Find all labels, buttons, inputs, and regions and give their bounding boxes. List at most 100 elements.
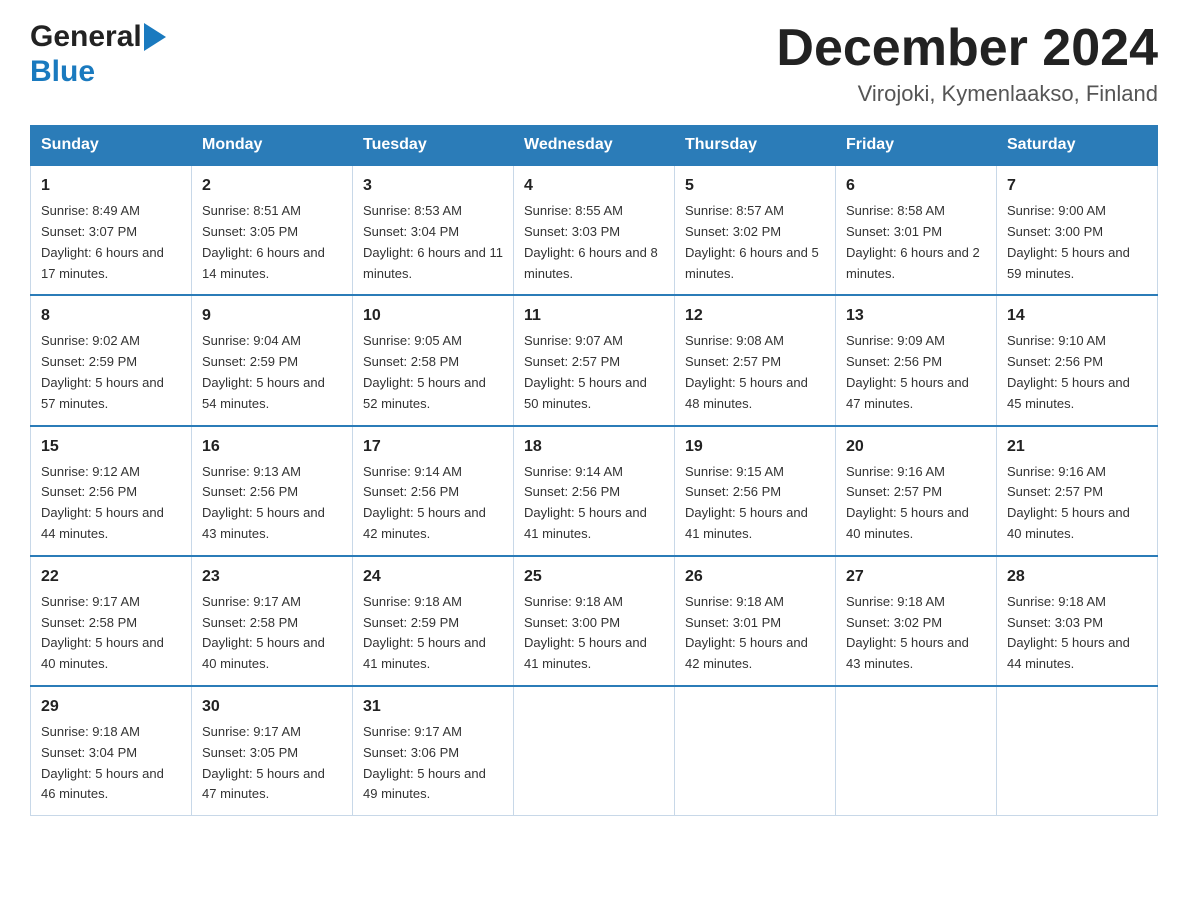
calendar-cell: 18 Sunrise: 9:14 AMSunset: 2:56 PMDayligh… bbox=[514, 426, 675, 556]
calendar-cell: 25Sunrise: 9:18 AMSunset: 3:00 PMDayligh… bbox=[514, 556, 675, 686]
calendar-cell: 26Sunrise: 9:18 AMSunset: 3:01 PMDayligh… bbox=[675, 556, 836, 686]
day-number: 21 bbox=[1007, 435, 1147, 459]
day-number: 14 bbox=[1007, 304, 1147, 328]
calendar-week-row: 22 Sunrise: 9:17 AMSunset: 2:58 PMDayligh… bbox=[31, 556, 1158, 686]
day-number: 7 bbox=[1007, 174, 1147, 198]
calendar-cell: 28 Sunrise: 9:18 AMSunset: 3:03 PMDayligh… bbox=[997, 556, 1158, 686]
day-info: Sunrise: 8:57 AMSunset: 3:02 PMDaylight:… bbox=[685, 201, 825, 284]
column-header-thursday: Thursday bbox=[675, 126, 836, 166]
day-info: Sunrise: 9:18 AMSunset: 3:03 PMDaylight:… bbox=[1007, 592, 1147, 675]
day-number: 17 bbox=[363, 435, 503, 459]
column-header-monday: Monday bbox=[192, 126, 353, 166]
day-number: 24 bbox=[363, 565, 503, 589]
page-title: December 2024 bbox=[776, 20, 1158, 77]
day-number: 4 bbox=[524, 174, 664, 198]
day-number: 3 bbox=[363, 174, 503, 198]
day-info: Sunrise: 8:53 AMSunset: 3:04 PMDaylight:… bbox=[363, 201, 503, 284]
day-info: Sunrise: 9:17 AMSunset: 2:58 PMDaylight:… bbox=[41, 592, 181, 675]
day-number: 10 bbox=[363, 304, 503, 328]
day-info: Sunrise: 9:14 AMSunset: 2:56 PMDaylight:… bbox=[524, 462, 664, 545]
day-number: 9 bbox=[202, 304, 342, 328]
day-number: 29 bbox=[41, 695, 181, 719]
day-info: Sunrise: 9:17 AMSunset: 3:06 PMDaylight:… bbox=[363, 722, 503, 805]
calendar-cell: 13 Sunrise: 9:09 AMSunset: 2:56 PMDayligh… bbox=[836, 295, 997, 425]
column-header-friday: Friday bbox=[836, 126, 997, 166]
day-number: 31 bbox=[363, 695, 503, 719]
calendar-cell bbox=[514, 686, 675, 816]
calendar-cell bbox=[836, 686, 997, 816]
logo: General Blue bbox=[30, 20, 166, 89]
day-number: 13 bbox=[846, 304, 986, 328]
calendar-cell: 24Sunrise: 9:18 AMSunset: 2:59 PMDayligh… bbox=[353, 556, 514, 686]
column-header-wednesday: Wednesday bbox=[514, 126, 675, 166]
page-header: General Blue December 2024 Virojoki, Kym… bbox=[30, 20, 1158, 107]
day-number: 15 bbox=[41, 435, 181, 459]
day-number: 26 bbox=[685, 565, 825, 589]
day-number: 28 bbox=[1007, 565, 1147, 589]
calendar-cell bbox=[675, 686, 836, 816]
column-header-tuesday: Tuesday bbox=[353, 126, 514, 166]
day-number: 11 bbox=[524, 304, 664, 328]
calendar-cell: 6 Sunrise: 8:58 AMSunset: 3:01 PMDaylight… bbox=[836, 165, 997, 295]
day-info: Sunrise: 9:13 AMSunset: 2:56 PMDaylight:… bbox=[202, 462, 342, 545]
day-number: 2 bbox=[202, 174, 342, 198]
day-info: Sunrise: 9:12 AMSunset: 2:56 PMDaylight:… bbox=[41, 462, 181, 545]
day-number: 16 bbox=[202, 435, 342, 459]
day-number: 23 bbox=[202, 565, 342, 589]
day-number: 30 bbox=[202, 695, 342, 719]
day-info: Sunrise: 9:14 AMSunset: 2:56 PMDaylight:… bbox=[363, 462, 503, 545]
logo-arrow-icon bbox=[144, 23, 166, 51]
day-info: Sunrise: 9:10 AMSunset: 2:56 PMDaylight:… bbox=[1007, 331, 1147, 414]
calendar-cell: 29 Sunrise: 9:18 AMSunset: 3:04 PMDayligh… bbox=[31, 686, 192, 816]
day-number: 1 bbox=[41, 174, 181, 198]
day-number: 18 bbox=[524, 435, 664, 459]
day-info: Sunrise: 8:55 AMSunset: 3:03 PMDaylight:… bbox=[524, 201, 664, 284]
calendar-week-row: 29 Sunrise: 9:18 AMSunset: 3:04 PMDayligh… bbox=[31, 686, 1158, 816]
day-info: Sunrise: 8:58 AMSunset: 3:01 PMDaylight:… bbox=[846, 201, 986, 284]
calendar-cell: 17 Sunrise: 9:14 AMSunset: 2:56 PMDayligh… bbox=[353, 426, 514, 556]
day-number: 8 bbox=[41, 304, 181, 328]
calendar-cell: 4 Sunrise: 8:55 AMSunset: 3:03 PMDaylight… bbox=[514, 165, 675, 295]
day-info: Sunrise: 9:09 AMSunset: 2:56 PMDaylight:… bbox=[846, 331, 986, 414]
day-number: 19 bbox=[685, 435, 825, 459]
calendar-cell: 15 Sunrise: 9:12 AMSunset: 2:56 PMDayligh… bbox=[31, 426, 192, 556]
calendar-cell: 8 Sunrise: 9:02 AMSunset: 2:59 PMDaylight… bbox=[31, 295, 192, 425]
day-info: Sunrise: 9:05 AMSunset: 2:58 PMDaylight:… bbox=[363, 331, 503, 414]
column-header-saturday: Saturday bbox=[997, 126, 1158, 166]
day-info: Sunrise: 9:17 AMSunset: 2:58 PMDaylight:… bbox=[202, 592, 342, 675]
calendar-cell: 5 Sunrise: 8:57 AMSunset: 3:02 PMDaylight… bbox=[675, 165, 836, 295]
calendar-cell: 1Sunrise: 8:49 AMSunset: 3:07 PMDaylight… bbox=[31, 165, 192, 295]
day-number: 25 bbox=[524, 565, 664, 589]
calendar-cell: 20 Sunrise: 9:16 AMSunset: 2:57 PMDayligh… bbox=[836, 426, 997, 556]
calendar-week-row: 8 Sunrise: 9:02 AMSunset: 2:59 PMDaylight… bbox=[31, 295, 1158, 425]
day-info: Sunrise: 9:18 AMSunset: 3:02 PMDaylight:… bbox=[846, 592, 986, 675]
calendar-cell: 19 Sunrise: 9:15 AMSunset: 2:56 PMDayligh… bbox=[675, 426, 836, 556]
calendar-cell: 14 Sunrise: 9:10 AMSunset: 2:56 PMDayligh… bbox=[997, 295, 1158, 425]
calendar-cell: 12Sunrise: 9:08 AMSunset: 2:57 PMDayligh… bbox=[675, 295, 836, 425]
day-info: Sunrise: 9:17 AMSunset: 3:05 PMDaylight:… bbox=[202, 722, 342, 805]
day-info: Sunrise: 9:02 AMSunset: 2:59 PMDaylight:… bbox=[41, 331, 181, 414]
day-number: 27 bbox=[846, 565, 986, 589]
day-info: Sunrise: 9:16 AMSunset: 2:57 PMDaylight:… bbox=[846, 462, 986, 545]
day-number: 22 bbox=[41, 565, 181, 589]
calendar-cell: 31 Sunrise: 9:17 AMSunset: 3:06 PMDayligh… bbox=[353, 686, 514, 816]
calendar-cell: 30 Sunrise: 9:17 AMSunset: 3:05 PMDayligh… bbox=[192, 686, 353, 816]
day-info: Sunrise: 8:51 AMSunset: 3:05 PMDaylight:… bbox=[202, 201, 342, 284]
calendar-cell: 9 Sunrise: 9:04 AMSunset: 2:59 PMDaylight… bbox=[192, 295, 353, 425]
calendar-cell: 23 Sunrise: 9:17 AMSunset: 2:58 PMDayligh… bbox=[192, 556, 353, 686]
day-number: 5 bbox=[685, 174, 825, 198]
day-number: 6 bbox=[846, 174, 986, 198]
calendar-cell: 22 Sunrise: 9:17 AMSunset: 2:58 PMDayligh… bbox=[31, 556, 192, 686]
calendar-cell: 10 Sunrise: 9:05 AMSunset: 2:58 PMDayligh… bbox=[353, 295, 514, 425]
day-info: Sunrise: 9:04 AMSunset: 2:59 PMDaylight:… bbox=[202, 331, 342, 414]
calendar-cell: 27 Sunrise: 9:18 AMSunset: 3:02 PMDayligh… bbox=[836, 556, 997, 686]
calendar-cell: 16 Sunrise: 9:13 AMSunset: 2:56 PMDayligh… bbox=[192, 426, 353, 556]
title-block: December 2024 Virojoki, Kymenlaakso, Fin… bbox=[776, 20, 1158, 107]
day-info: Sunrise: 9:15 AMSunset: 2:56 PMDaylight:… bbox=[685, 462, 825, 545]
day-number: 20 bbox=[846, 435, 986, 459]
day-info: Sunrise: 9:07 AMSunset: 2:57 PMDaylight:… bbox=[524, 331, 664, 414]
calendar-week-row: 15 Sunrise: 9:12 AMSunset: 2:56 PMDayligh… bbox=[31, 426, 1158, 556]
page-subtitle: Virojoki, Kymenlaakso, Finland bbox=[776, 81, 1158, 107]
day-info: Sunrise: 9:18 AMSunset: 3:04 PMDaylight:… bbox=[41, 722, 181, 805]
day-number: 12 bbox=[685, 304, 825, 328]
